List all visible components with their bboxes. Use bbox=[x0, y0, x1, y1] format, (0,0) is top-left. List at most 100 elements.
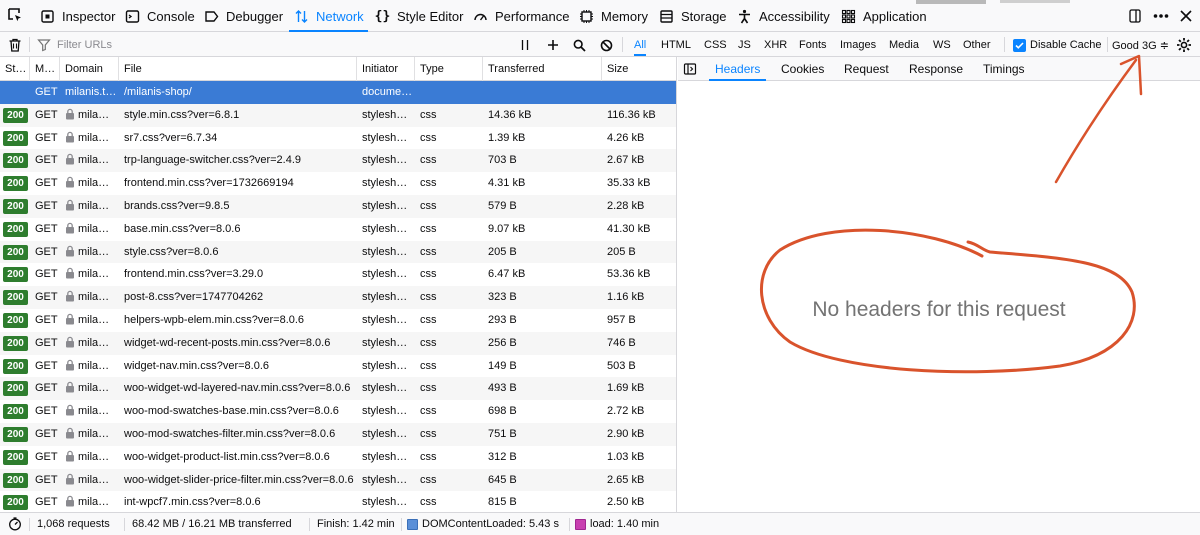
collapse-panel-icon[interactable] bbox=[683, 62, 697, 76]
column-header-type[interactable]: Type bbox=[415, 57, 483, 81]
cell-initiator-text: stylesh… bbox=[362, 177, 408, 190]
tab-request[interactable]: Request bbox=[844, 57, 889, 81]
table-row[interactable]: 200 GET mila… frontend.min.css?ver=17326691… bbox=[0, 172, 676, 196]
disable-cache-toggle[interactable]: Disable Cache bbox=[1013, 37, 1102, 53]
tab-storage[interactable]: Storage bbox=[658, 0, 727, 32]
cell-transferred-text: 698 B bbox=[488, 405, 517, 418]
column-header-initiator[interactable]: Initiator bbox=[357, 57, 415, 81]
table-row[interactable]: 200 GET mila… sr7.css?ver=6.7.34 stylesh… css… bbox=[0, 126, 676, 150]
cell-domain-text: mila… bbox=[78, 291, 110, 304]
tab-inspector[interactable]: Inspector bbox=[39, 0, 115, 32]
cell-initiator: stylesh… bbox=[357, 195, 415, 218]
cell-method: GET bbox=[30, 286, 60, 309]
table-row[interactable]: 200 GET mila… base.min.css?ver=8.0.6 stylesh… bbox=[0, 217, 676, 241]
cell-size-text: 41.30 kB bbox=[607, 222, 651, 235]
cell-transferred-text: 493 B bbox=[488, 382, 517, 395]
column-header-domain[interactable]: Domain bbox=[60, 57, 119, 81]
filter-type-other[interactable]: Other bbox=[963, 37, 991, 53]
cell-size: 746 B bbox=[602, 332, 676, 355]
table-row[interactable]: 200 GET mila… woo-mod-swatches-filter.min.c… bbox=[0, 423, 676, 446]
cell-type-text: css bbox=[420, 496, 437, 509]
filter-urls-input[interactable] bbox=[57, 38, 477, 51]
status-badge: 200 bbox=[3, 495, 28, 511]
element-picker-icon[interactable] bbox=[4, 4, 26, 26]
tab-response[interactable]: Response bbox=[909, 57, 963, 81]
column-header-file[interactable]: File bbox=[119, 57, 357, 81]
lock-icon bbox=[66, 473, 74, 485]
table-row[interactable]: 200 GET mila… frontend.min.css?ver=3.29.0 st… bbox=[0, 263, 676, 287]
filter-type-xhr[interactable]: XHR bbox=[764, 37, 787, 53]
cell-method: GET bbox=[30, 195, 60, 218]
tab-debugger-label: Debugger bbox=[226, 8, 284, 24]
filter-type-all[interactable]: All bbox=[634, 37, 647, 56]
table-row[interactable]: 200 GET mila… woo-widget-wd-layered-nav.min… bbox=[0, 377, 676, 401]
table-row[interactable]: 200 GET mila… widget-wd-recent-posts.min.cs… bbox=[0, 331, 676, 355]
tab-debugger[interactable]: Debugger bbox=[203, 0, 283, 32]
table-row[interactable]: 200 GET mila… trp-language-switcher.css?ver… bbox=[0, 149, 676, 173]
table-row[interactable]: 200 GET mila… brands.css?ver=9.8.5 stylesh… c… bbox=[0, 195, 676, 218]
cell-domain: mila… bbox=[60, 263, 119, 286]
block-requests-icon[interactable] bbox=[598, 36, 614, 54]
more-options-icon[interactable] bbox=[1151, 6, 1171, 26]
lock-icon bbox=[66, 176, 74, 188]
filter-type-html[interactable]: HTML bbox=[661, 37, 691, 53]
pause-recording-icon[interactable] bbox=[517, 36, 533, 54]
filter-type-images[interactable]: Images bbox=[840, 37, 876, 53]
cell-initiator-text: stylesh… bbox=[362, 428, 408, 440]
tab-cookies[interactable]: Cookies bbox=[781, 57, 824, 81]
cell-initiator: stylesh… bbox=[357, 172, 415, 195]
table-row[interactable]: 200 GET mila… post-8.css?ver=1747704262 styl… bbox=[0, 286, 676, 310]
tab-console[interactable]: Console bbox=[124, 0, 195, 32]
table-row[interactable]: 200 GET mila… int-wpcf7.min.css?ver=8.0.6 st… bbox=[0, 491, 676, 512]
filter-type-css[interactable]: CSS bbox=[704, 37, 727, 53]
cell-file: woo-mod-swatches-filter.min.css?ver=8.0.… bbox=[119, 423, 357, 446]
filter-type-ws[interactable]: WS bbox=[933, 37, 951, 53]
table-row[interactable]: 200 GET mila… woo-mod-swatches-base.min.css… bbox=[0, 400, 676, 424]
dock-toggle-icon[interactable] bbox=[1126, 6, 1144, 26]
search-icon[interactable] bbox=[571, 36, 587, 54]
performance-analysis-icon[interactable] bbox=[8, 513, 22, 535]
trash-icon[interactable] bbox=[7, 37, 23, 53]
cell-initiator-text: stylesh… bbox=[362, 405, 408, 418]
filter-type-fonts[interactable]: Fonts bbox=[799, 37, 827, 53]
cell-method-text: GET bbox=[35, 245, 58, 258]
cell-method: GET bbox=[30, 149, 60, 172]
column-header-transferred[interactable]: Transferred bbox=[483, 57, 602, 81]
tab-accessibility[interactable]: Accessibility bbox=[736, 0, 830, 32]
lock-icon bbox=[66, 404, 74, 416]
cell-initiator-text: stylesh… bbox=[362, 200, 408, 212]
table-row[interactable]: 200 GET mila… woo-widget-product-list.min.c… bbox=[0, 445, 676, 469]
cell-method: GET bbox=[30, 127, 60, 150]
column-header-status[interactable]: St… bbox=[0, 57, 30, 81]
close-toolbox-icon[interactable] bbox=[1177, 6, 1195, 26]
tab-application[interactable]: Application bbox=[840, 0, 927, 32]
cell-size-text: 2.72 kB bbox=[607, 405, 645, 418]
cell-type: css bbox=[415, 446, 483, 469]
tab-timings[interactable]: Timings bbox=[983, 57, 1025, 81]
filter-type-media[interactable]: Media bbox=[889, 37, 919, 53]
table-row[interactable]: 200 GET mila… widget-nav.min.css?ver=8.0.6 s… bbox=[0, 354, 676, 378]
add-request-icon[interactable] bbox=[545, 36, 561, 54]
tab-network[interactable]: Network bbox=[289, 0, 368, 32]
table-row[interactable]: 200 GET mila… style.min.css?ver=6.8.1 styles… bbox=[0, 103, 676, 127]
checkbox-checked-icon[interactable] bbox=[1013, 38, 1026, 52]
tab-memory[interactable]: Memory bbox=[578, 0, 648, 32]
filter-type-js[interactable]: JS bbox=[738, 37, 751, 53]
column-header-method[interactable]: M… bbox=[30, 57, 60, 81]
cell-file: post-8.css?ver=1747704262 bbox=[119, 286, 357, 309]
cell-size bbox=[602, 81, 676, 104]
throttling-select[interactable]: Good 3G ≑ bbox=[1112, 37, 1169, 53]
cell-size: 205 B bbox=[602, 241, 676, 264]
cell-method: GET bbox=[30, 377, 60, 400]
tab-style-editor[interactable]: {} Style Editor bbox=[374, 0, 464, 32]
settings-gear-icon[interactable] bbox=[1175, 36, 1193, 54]
tab-headers[interactable]: Headers bbox=[708, 57, 767, 81]
table-row[interactable]: 200 GET mila… style.css?ver=8.0.6 stylesh… cs… bbox=[0, 240, 676, 264]
cell-file-text: post-8.css?ver=1747704262 bbox=[124, 291, 264, 304]
table-row[interactable]: GET milanis.t… /milanis-shop/docume… bbox=[0, 81, 676, 104]
table-row[interactable]: 200 GET mila… woo-widget-slider-price-filte… bbox=[0, 468, 676, 492]
table-row[interactable]: 200 GET mila… helpers-wpb-elem.min.css?ver=… bbox=[0, 309, 676, 332]
tab-performance[interactable]: Performance bbox=[472, 0, 569, 32]
column-header-size[interactable]: Size bbox=[602, 57, 676, 81]
cell-initiator: stylesh… bbox=[357, 149, 415, 172]
